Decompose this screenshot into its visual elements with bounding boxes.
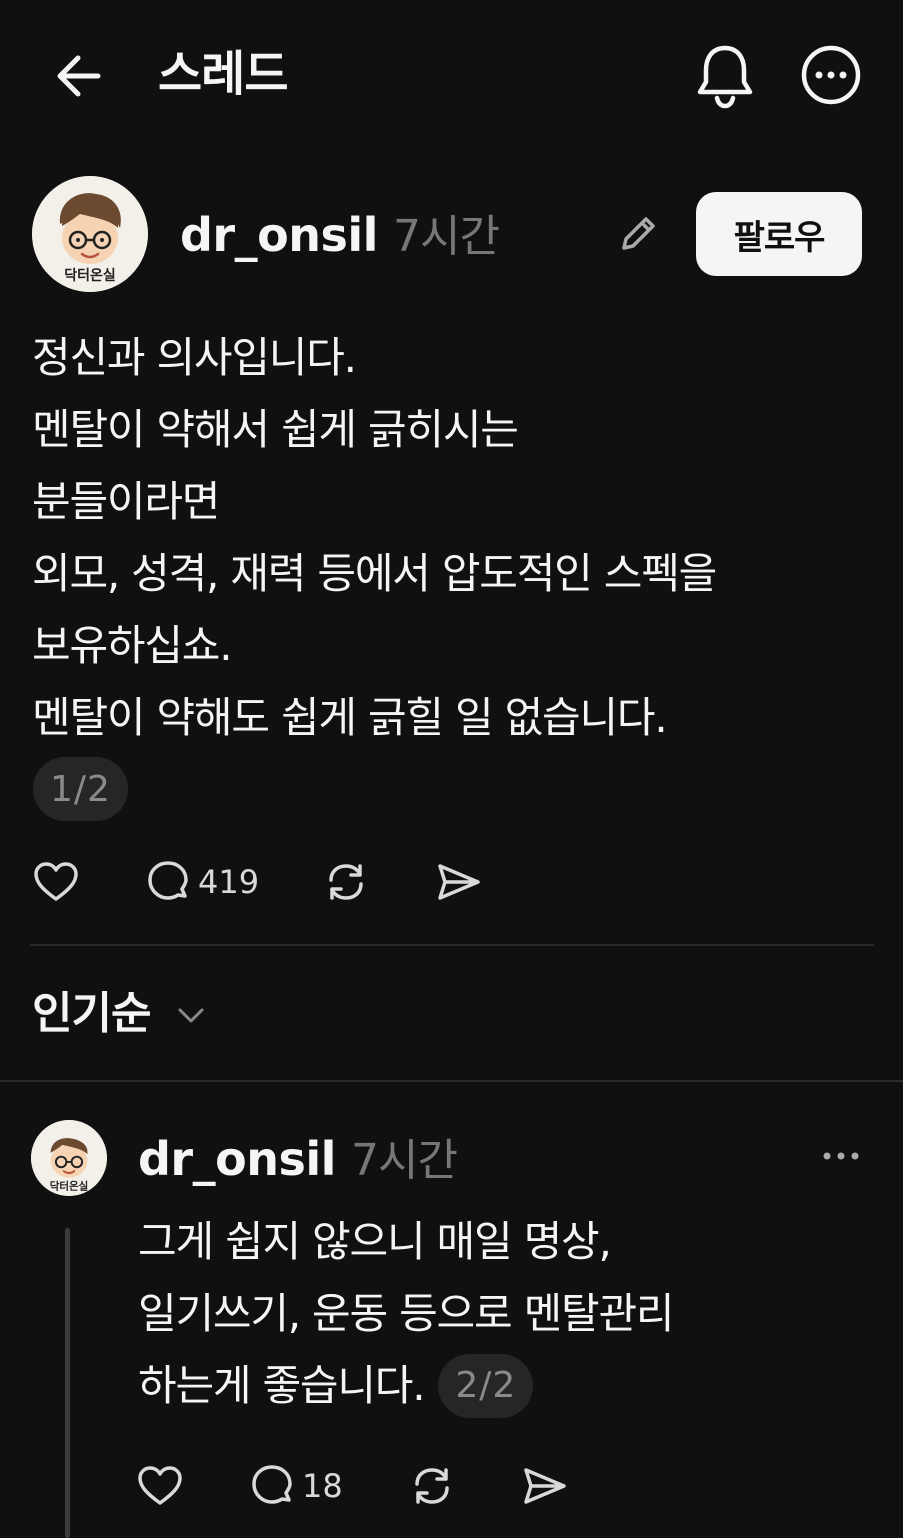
more-horizontal-circle-icon [801, 45, 861, 105]
post-line: 멘탈이 약해서 쉽게 긁히시는 [32, 405, 519, 454]
reply-more-button[interactable] [818, 1136, 864, 1176]
page-title: 스레드 [158, 46, 288, 102]
divider [0, 1080, 903, 1082]
avatar-text: 닥터온실 [64, 267, 116, 284]
reply-text: 그게 쉽지 않으니 매일 명상, 일기쓰기, 운동 등으로 멘탈관리 하는게 좋… [138, 1206, 878, 1422]
reply-line: 일기쓰기, 운동 등으로 멘탈관리 [138, 1289, 675, 1338]
more-horizontal-icon [823, 1152, 859, 1160]
repost-icon [329, 864, 363, 900]
sort-dropdown[interactable]: 인기순 [32, 984, 151, 1044]
reply-line: 그게 쉽지 않으니 매일 명상, [138, 1217, 612, 1266]
post-line: 정신과 의사입니다. [32, 333, 357, 382]
bell-icon [697, 45, 753, 109]
comment-icon [252, 1465, 292, 1504]
notification-button[interactable] [692, 40, 758, 110]
reply-count: 419 [198, 863, 260, 901]
pencil-icon [622, 217, 655, 250]
heart-icon [138, 1466, 182, 1505]
reply-actions: 18 [136, 1462, 568, 1510]
reply-avatar[interactable]: 닥터온실 [31, 1120, 107, 1196]
arrow-left-icon [57, 55, 101, 97]
post-line: 멘탈이 약해도 쉽게 긁힐 일 없습니다. [32, 693, 668, 742]
more-options-button[interactable] [800, 44, 862, 106]
reply-time: 7시간 [350, 1135, 458, 1186]
reply-count: 18 [302, 1467, 343, 1505]
follow-button[interactable]: 팔로우 [696, 192, 862, 276]
send-icon [524, 1468, 566, 1504]
reply-username[interactable]: dr_onsil [138, 1132, 336, 1186]
like-button[interactable] [32, 858, 144, 906]
thread-line [65, 1228, 70, 1538]
avatar-text: 닥터온실 [50, 1179, 89, 1192]
reply-line: 하는게 좋습니다. [138, 1361, 426, 1410]
share-button[interactable] [520, 1462, 568, 1510]
page-indicator: 2/2 [438, 1354, 534, 1418]
author-avatar[interactable]: 닥터온실 [32, 176, 148, 292]
like-button[interactable] [136, 1462, 248, 1510]
back-button[interactable] [52, 48, 108, 104]
avatar-illustration: 닥터온실 [31, 1120, 107, 1196]
divider [30, 944, 874, 946]
edit-button[interactable] [616, 212, 660, 256]
chevron-down-icon[interactable] [176, 1000, 206, 1030]
share-button[interactable] [434, 858, 482, 906]
avatar-illustration: 닥터온실 [32, 176, 148, 292]
heart-icon [34, 862, 78, 901]
post-actions: 419 [32, 858, 482, 906]
repost-icon [415, 1468, 449, 1504]
post-username[interactable]: dr_onsil [180, 208, 378, 262]
post-time: 7시간 [392, 211, 500, 262]
repost-button[interactable] [322, 858, 434, 906]
repost-button[interactable] [408, 1462, 520, 1510]
reply-button[interactable]: 419 [144, 858, 322, 906]
reply-meta: dr_onsil 7시간 [138, 1124, 458, 1188]
post-line: 분들이라면 [32, 477, 220, 526]
post-text: 정신과 의사입니다. 멘탈이 약해서 쉽게 긁히시는 분들이라면 외모, 성격,… [32, 322, 882, 754]
send-icon [438, 864, 480, 900]
page-indicator: 1/2 [33, 757, 128, 821]
reply-line-wrap: 하는게 좋습니다. 2/2 [138, 1350, 878, 1422]
comment-icon [148, 861, 188, 900]
reply-button[interactable]: 18 [248, 1462, 408, 1510]
post-line: 외모, 성격, 재력 등에서 압도적인 스펙을 [32, 549, 717, 598]
post-meta: dr_onsil 7시간 [180, 200, 500, 264]
post-line: 보유하십쇼. [32, 621, 233, 670]
